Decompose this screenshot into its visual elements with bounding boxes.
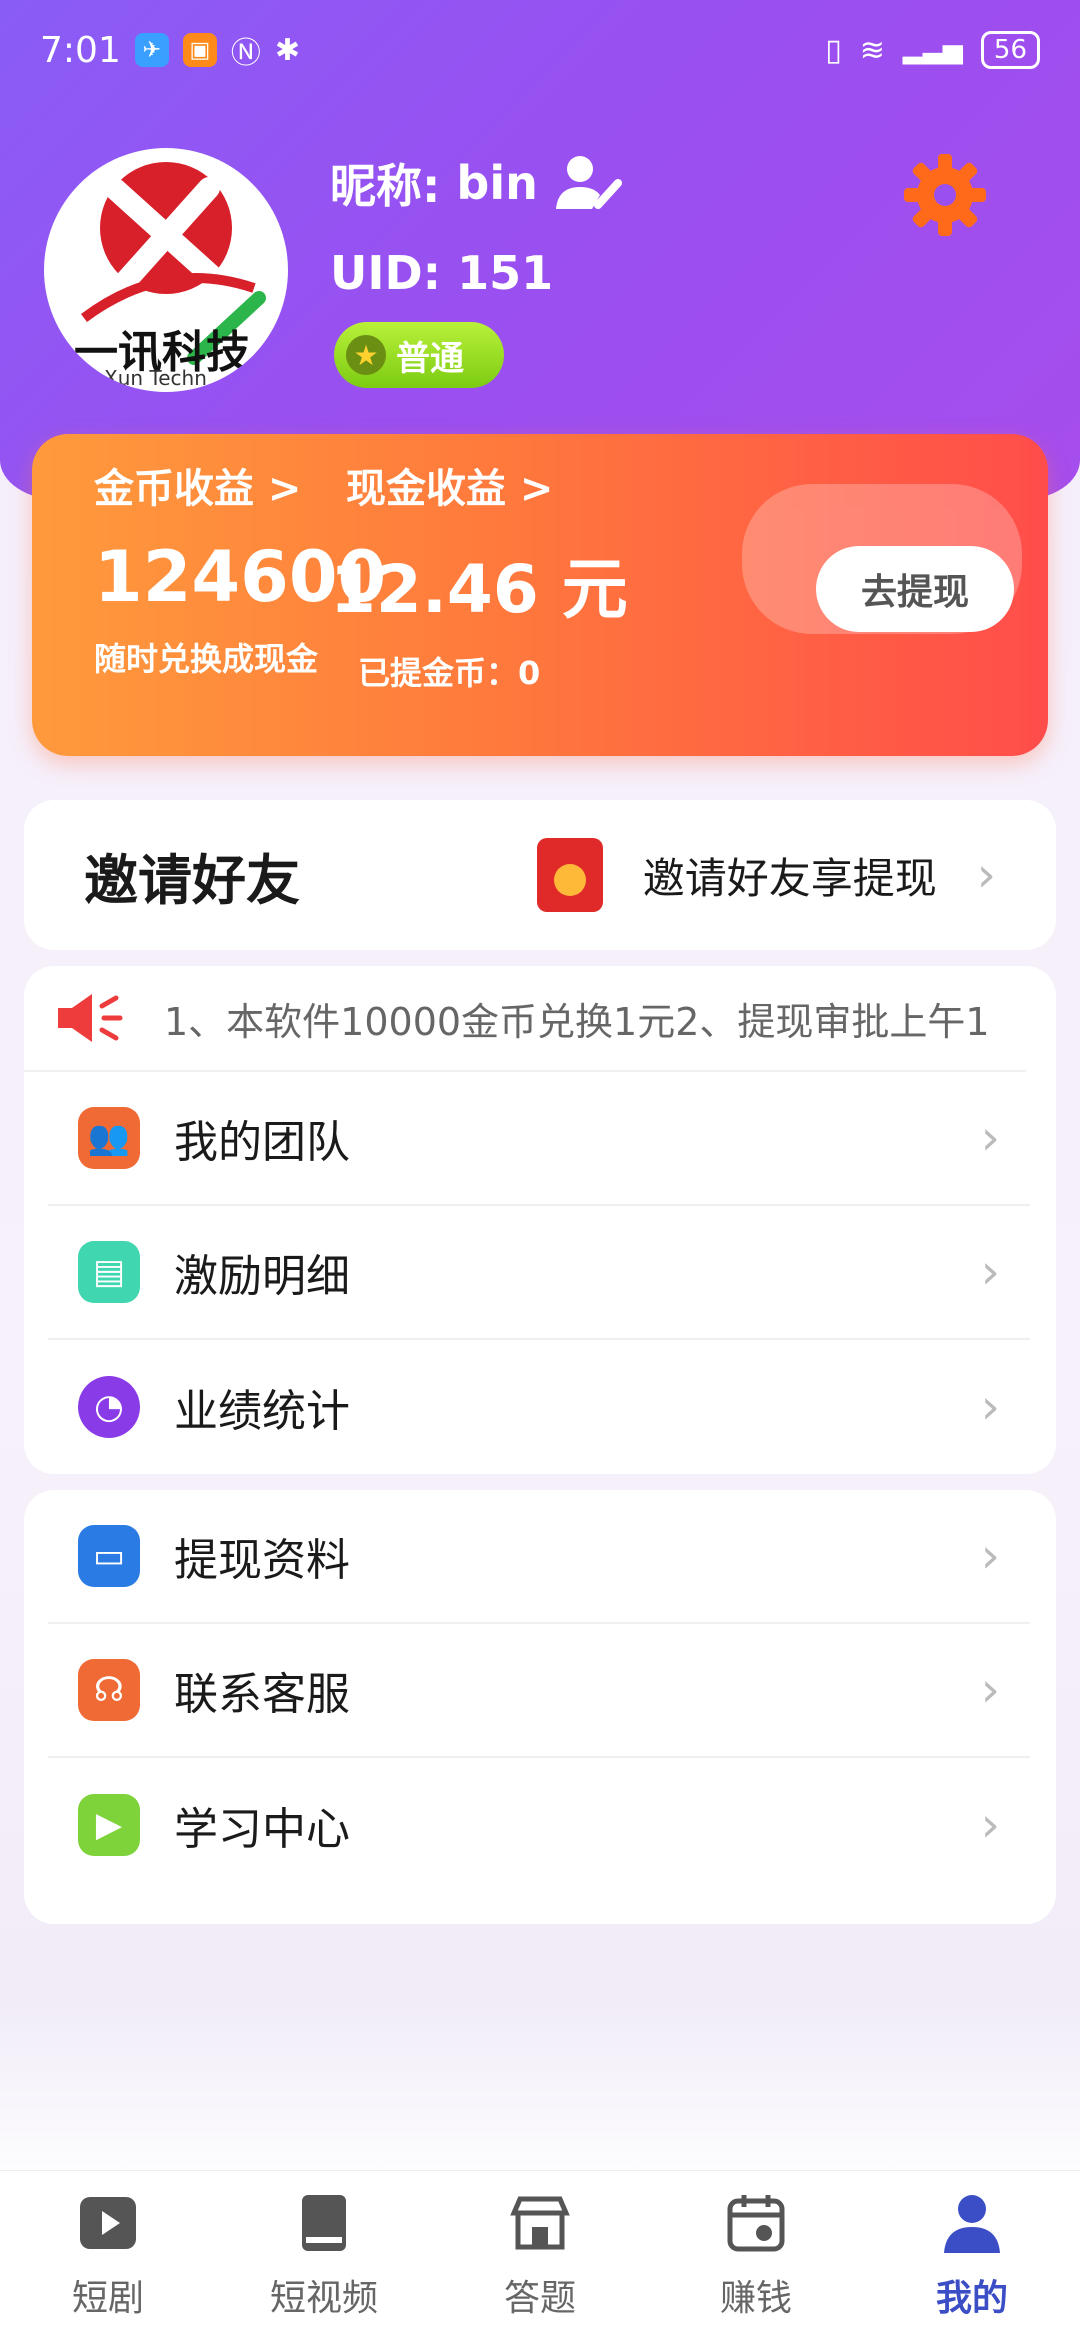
nav-tab-label: 答题 xyxy=(503,2277,576,2319)
settings-gear-icon[interactable] xyxy=(900,150,990,240)
red-packet-icon xyxy=(536,838,603,912)
wifi-icon: ≋ xyxy=(859,32,885,68)
store-icon xyxy=(510,2196,570,2249)
nav-tab-label: 短视频 xyxy=(269,2277,378,2319)
status-right: ▯ ≋ ▂▃▅ 56 xyxy=(825,31,1040,69)
nav-tab-label: 短剧 xyxy=(71,2277,144,2319)
book-icon xyxy=(302,2194,346,2251)
menu-item-withdraw-info[interactable]: ▭ 提现资料 › xyxy=(48,1490,1030,1624)
signal-icon: ▂▃▅ xyxy=(902,35,963,65)
avatar-sub-text: Xun Techn xyxy=(104,366,207,390)
nickname-value: bin xyxy=(456,156,538,210)
cash-earnings[interactable]: 现金收益 > 12.46 元 已提金币：0 xyxy=(300,456,720,694)
nickname-row: 昵称: bin xyxy=(330,150,624,216)
invite-title: 邀请好友 xyxy=(84,848,300,912)
telegram-notif-icon: ✈ xyxy=(134,33,169,67)
uid-label: UID: xyxy=(330,246,442,300)
status-time: 7:01 xyxy=(40,29,121,71)
chevron-right-icon: › xyxy=(980,1110,1000,1166)
status-bar: 7:01 ✈ ▣ Ⓝ ✱ ▯ ≋ ▂▃▅ 56 xyxy=(0,0,1080,100)
invite-friends-card[interactable]: 邀请好友 邀请好友享提现 › xyxy=(24,800,1056,950)
uid-row: UID: 151 xyxy=(330,246,553,300)
uid-value: 151 xyxy=(457,246,554,300)
nav-tab-earn[interactable]: 赚钱 xyxy=(656,2191,856,2321)
nav-tab-label: 赚钱 xyxy=(719,2277,792,2319)
cash-earnings-value: 12.46 元 xyxy=(330,551,628,628)
menu-item-performance-stats[interactable]: ◔ 业绩统计 › xyxy=(48,1340,1030,1474)
bottom-nav: 短剧 短视频 答题 赚钱 我的 xyxy=(0,2170,1080,2340)
chevron-right-icon: › xyxy=(980,1379,1000,1435)
nav-tab-label: 我的 xyxy=(935,2277,1008,2319)
invite-action-label: 邀请好友享提现 xyxy=(642,853,937,903)
pie-chart-icon: ◔ xyxy=(78,1376,140,1438)
app-notif-icon: ▣ xyxy=(182,33,217,67)
bluetooth-icon: ✱ xyxy=(274,32,300,68)
nickname-label: 昵称: xyxy=(330,159,441,213)
vibrate-icon: ▯ xyxy=(825,32,842,68)
star-icon: ★ xyxy=(346,335,386,375)
status-left: 7:01 ✈ ▣ Ⓝ ✱ xyxy=(40,28,300,72)
menu-item-label: 业绩统计 xyxy=(174,1386,350,1437)
menu-item-my-team[interactable]: 👥 我的团队 › xyxy=(48,1072,1030,1206)
menu-group-2: ▭ 提现资料 › ☊ 联系客服 › ▶ 学习中心 › xyxy=(24,1490,1056,1924)
notice-row: 1、本软件10000金币兑换1元2、提现审批上午1 xyxy=(24,966,1026,1072)
chevron-right-icon: › xyxy=(980,1528,1000,1584)
menu-item-customer-service[interactable]: ☊ 联系客服 › xyxy=(48,1624,1030,1758)
edit-profile-icon[interactable] xyxy=(554,153,624,213)
chevron-right-icon: › xyxy=(976,847,996,903)
user-icon xyxy=(944,2194,1000,2253)
megaphone-icon xyxy=(58,994,123,1042)
menu-item-learning-center[interactable]: ▶ 学习中心 › xyxy=(48,1758,1030,1892)
level-badge: ★ 普通 xyxy=(334,322,504,388)
menu-group-1: 1、本软件10000金币兑换1元2、提现审批上午1 👥 我的团队 › ▤ 激励明… xyxy=(24,966,1056,1474)
nav-tab-mine[interactable]: 我的 xyxy=(872,2191,1072,2321)
headset-icon: ☊ xyxy=(78,1659,140,1721)
level-label: 普通 xyxy=(396,338,464,379)
avatar[interactable]: 一讯科技 Xun Techn xyxy=(44,148,288,392)
withdraw-button[interactable]: 去提现 xyxy=(816,546,1014,632)
earnings-card: 金币收益 > 124600 随时兑换成现金 现金收益 > 12.46 元 已提金… xyxy=(32,434,1048,756)
cash-earnings-title[interactable]: 现金收益 > xyxy=(300,456,720,514)
calendar-icon xyxy=(727,2194,785,2251)
menu-item-label: 联系客服 xyxy=(174,1669,350,1720)
menu-item-reward-details[interactable]: ▤ 激励明细 › xyxy=(48,1206,1030,1340)
menu-item-label: 学习中心 xyxy=(174,1804,350,1855)
document-icon: ▤ xyxy=(78,1241,140,1303)
notice-text: 1、本软件10000金币兑换1元2、提现审批上午1 xyxy=(164,999,990,1044)
chevron-right-icon: › xyxy=(980,1662,1000,1718)
battery-icon: 56 xyxy=(980,31,1040,69)
menu-item-label: 提现资料 xyxy=(174,1535,350,1586)
withdrawn-coins-note: 已提金币：0 xyxy=(358,654,541,692)
nav-tab-quiz[interactable]: 答题 xyxy=(440,2191,640,2321)
menu-item-label: 我的团队 xyxy=(174,1117,350,1168)
monitor-icon: ▭ xyxy=(78,1525,140,1587)
nfc-icon: Ⓝ xyxy=(230,36,261,71)
invite-action[interactable]: 邀请好友享提现 › xyxy=(536,838,996,912)
team-icon: 👥 xyxy=(78,1107,140,1169)
chevron-right-icon: › xyxy=(980,1797,1000,1853)
chevron-right-icon: › xyxy=(980,1244,1000,1300)
menu-item-label: 激励明细 xyxy=(174,1251,350,1302)
nav-tab-short-video[interactable]: 短视频 xyxy=(224,2191,424,2321)
nav-tab-short-drama[interactable]: 短剧 xyxy=(8,2191,208,2321)
play-icon xyxy=(80,2196,136,2249)
screen-play-icon: ▶ xyxy=(78,1794,140,1856)
